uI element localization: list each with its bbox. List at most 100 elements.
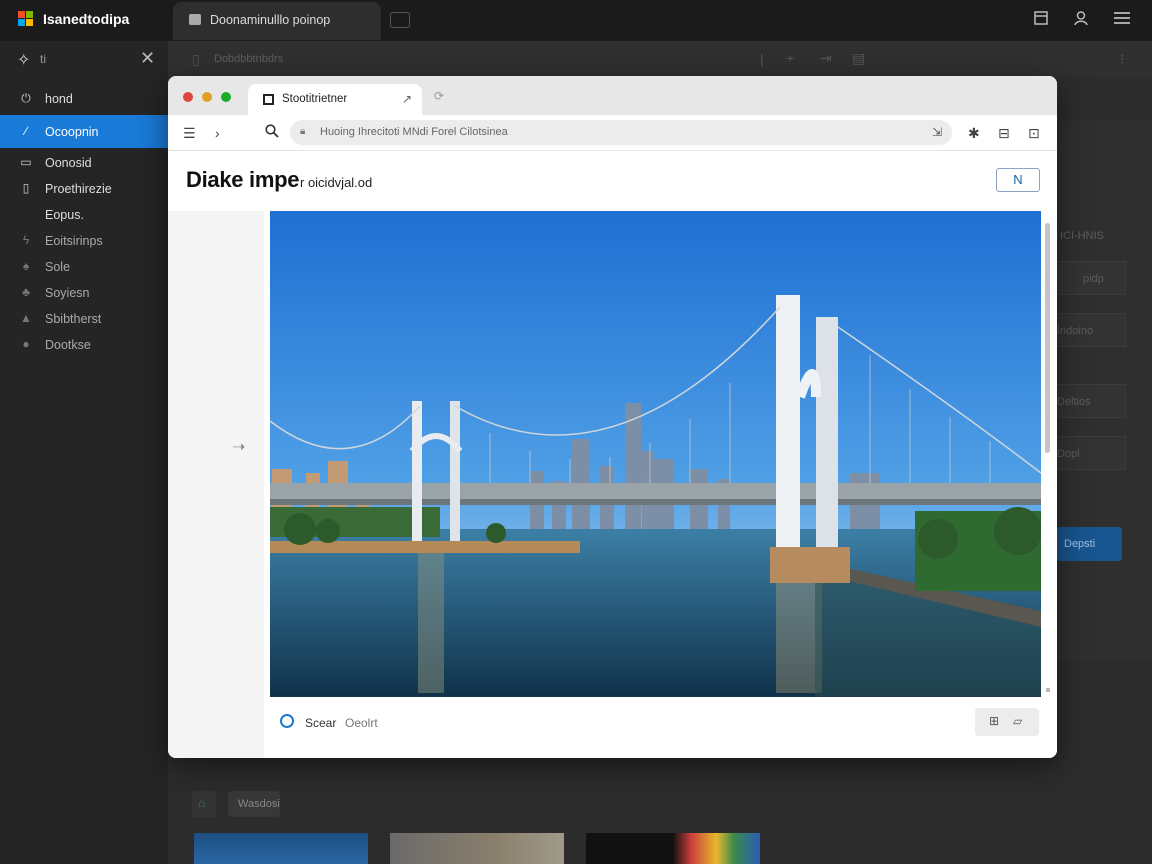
sidebar: ✧ ti ✕ ⏻ hond ∕ Ocoopnin ▭ Oonosid ▯ Pro… bbox=[0, 41, 168, 864]
more-icon: ⁝ bbox=[1120, 51, 1125, 67]
close-icon[interactable]: ✕ bbox=[140, 48, 155, 69]
address-bar[interactable]: 🔒︎ Huoing Ihrecitoti MNdi Forel Cilotsin… bbox=[290, 120, 952, 145]
drop-icon: ♣ bbox=[22, 285, 30, 299]
edit-button[interactable]: N bbox=[996, 168, 1040, 192]
background-toolbar: ▯ Dobdbbtnbdrs | + ⇥ ▤ ⁝ bbox=[168, 41, 1152, 77]
sidebar-item-label: Soyiesn bbox=[45, 286, 90, 300]
panel-field: Indoino bbox=[1056, 313, 1126, 347]
arrow-icon: ⇥ bbox=[820, 50, 832, 66]
arrow-right-icon[interactable]: ➝ bbox=[232, 437, 245, 457]
square-icon: ▯ bbox=[22, 181, 30, 195]
background-right-panel: ICI-HNIS pidp Indoino Deltios Dopl bbox=[1056, 121, 1152, 661]
user-icon[interactable] bbox=[1071, 10, 1091, 30]
app-title: Isanedtodipa bbox=[43, 11, 130, 27]
app-top-bar: Isanedtodipa Doonaminulllo poinop bbox=[0, 0, 1152, 41]
sidebar-item-label: Sbibtherst bbox=[45, 312, 102, 326]
background-toolbar-label: Dobdbbtnbdrs bbox=[214, 53, 284, 65]
sidebar-item-soyiesn[interactable]: ♣ Soyiesn bbox=[0, 280, 168, 306]
divider-icon: | bbox=[760, 51, 764, 67]
top-tab-label: Doonaminulllo poinop bbox=[210, 13, 331, 27]
thumbnail bbox=[586, 833, 760, 864]
background-blue-button: Depsti bbox=[1056, 527, 1122, 561]
sidebar-item-hond[interactable]: ⏻ hond bbox=[0, 86, 168, 112]
card-icon: ▭ bbox=[20, 155, 32, 169]
grid-icon[interactable]: ⊞ bbox=[989, 714, 999, 728]
scrollbar-thumb[interactable] bbox=[1045, 223, 1050, 453]
add-icon: + bbox=[786, 50, 795, 66]
settings-icon[interactable]: ✧ bbox=[17, 50, 30, 70]
home-icon: ⌂ bbox=[192, 791, 216, 817]
panel-field: pidp bbox=[1056, 261, 1126, 295]
sidebar-item-oonosid[interactable]: ▭ Oonosid bbox=[0, 150, 168, 176]
sidebar-item-eopus[interactable]: Eopus. bbox=[0, 202, 168, 228]
extension-icon[interactable]: ✱ bbox=[968, 124, 980, 142]
chat-icon: ● bbox=[22, 337, 30, 351]
sidebar-toggle-icon[interactable]: ⊟ bbox=[998, 124, 1010, 142]
thumbnail bbox=[390, 833, 564, 864]
edit-icon: ∕ bbox=[24, 124, 27, 138]
address-text: Huoing Ihrecitoti MNdi Forel Cilotsinea bbox=[320, 126, 508, 138]
sidebar-item-label: Eoitsirinps bbox=[45, 234, 103, 248]
sidebar-item-label: Eopus. bbox=[45, 208, 84, 222]
doc-icon: ▤ bbox=[852, 50, 866, 66]
sidebar-item-label: Ocoopnin bbox=[45, 125, 99, 139]
sidebar-item-proethirezie[interactable]: ▯ Proethirezie bbox=[0, 176, 168, 202]
panel-field: Dopl bbox=[1056, 436, 1126, 470]
search-hint: Oeolrt bbox=[345, 716, 378, 730]
sidebar-item-ocoopnin[interactable]: ∕ Ocoopnin bbox=[0, 115, 168, 148]
window-icon[interactable] bbox=[1031, 10, 1051, 30]
close-window-button[interactable] bbox=[183, 92, 193, 102]
lock-icon: 🔒︎ bbox=[300, 126, 306, 137]
panel-label: ICI-HNIS bbox=[1060, 230, 1104, 242]
folder-icon bbox=[189, 14, 201, 25]
page-subtitle: r oicidvjal.od bbox=[300, 175, 373, 190]
page-icon bbox=[263, 94, 274, 105]
sidebar-item-sbibtherst[interactable]: ▲ Sbibtherst bbox=[0, 306, 168, 332]
pin-icon[interactable]: ↗ bbox=[402, 92, 412, 106]
sidebar-item-eoitsirinps[interactable]: ϟ Eoitsirinps bbox=[0, 228, 168, 254]
hamburger-icon[interactable]: ☰ bbox=[183, 124, 196, 142]
sidebar-top-label: ti bbox=[40, 52, 46, 66]
bottom-bar: Scear Oeolrt ⊞ ▱ bbox=[264, 697, 1057, 758]
screenshot-icon[interactable]: ⊡ bbox=[1028, 124, 1040, 142]
left-gutter: ➝ bbox=[168, 211, 264, 758]
bookmark-icon[interactable]: ⇲ bbox=[932, 125, 942, 139]
background-chip: Wasdosi bbox=[228, 791, 280, 817]
navigation-bar: ☰ › 🔒︎ Huoing Ihrecitoti MNdi Forel Cilo… bbox=[168, 115, 1057, 151]
sidebar-item-label: Dootkse bbox=[45, 338, 91, 352]
top-tab[interactable]: Doonaminulllo poinop bbox=[173, 2, 381, 40]
page-title: Diake impe bbox=[186, 167, 300, 192]
comment-icon[interactable]: ▱ bbox=[1013, 714, 1022, 728]
sync-icon[interactable]: ⟳ bbox=[434, 89, 444, 103]
tab-strip: Stootitrietner ↗ ⟳ bbox=[168, 76, 1057, 115]
search-icon[interactable] bbox=[265, 124, 279, 142]
panel-field: Deltios bbox=[1056, 384, 1126, 418]
bell-icon: ▲ bbox=[20, 311, 32, 325]
bridge-photo bbox=[270, 211, 1041, 697]
forward-icon[interactable]: › bbox=[215, 124, 220, 142]
sidebar-item-label: Oonosid bbox=[45, 156, 92, 170]
view-toggle-group: ⊞ ▱ bbox=[975, 708, 1039, 736]
scrollbar-end bbox=[1046, 688, 1050, 692]
sidebar-item-dootkse[interactable]: ● Dootkse bbox=[0, 332, 168, 358]
app-logo bbox=[18, 11, 34, 27]
browser-window: Stootitrietner ↗ ⟳ ☰ › 🔒︎ Huoing Ihrecit… bbox=[168, 76, 1057, 758]
browser-tab-label: Stootitrietner bbox=[282, 93, 348, 105]
lightning-icon: ϟ bbox=[22, 233, 30, 247]
minimize-window-button[interactable] bbox=[202, 92, 212, 102]
drop-icon: ♠ bbox=[22, 259, 30, 273]
page-content: Diake impe r oicidvjal.od N ➝ Scear Oeol… bbox=[168, 151, 1057, 758]
browser-tab[interactable]: Stootitrietner ↗ bbox=[248, 84, 422, 115]
thumbnail bbox=[194, 833, 368, 864]
search-label[interactable]: Scear bbox=[305, 716, 336, 730]
sidebar-item-label: Sole bbox=[45, 260, 71, 274]
power-icon: ⏻ bbox=[21, 91, 31, 105]
panel-icon: ▯ bbox=[192, 51, 200, 67]
menu-icon[interactable] bbox=[1112, 10, 1132, 30]
maximize-window-button[interactable] bbox=[221, 92, 231, 102]
sidebar-item-sole[interactable]: ♠ Sole bbox=[0, 254, 168, 280]
search-icon[interactable] bbox=[280, 714, 294, 728]
sidebar-item-label: Proethirezie bbox=[45, 182, 112, 196]
sidebar-item-label: hond bbox=[45, 92, 73, 106]
new-tab-button[interactable] bbox=[390, 12, 410, 28]
